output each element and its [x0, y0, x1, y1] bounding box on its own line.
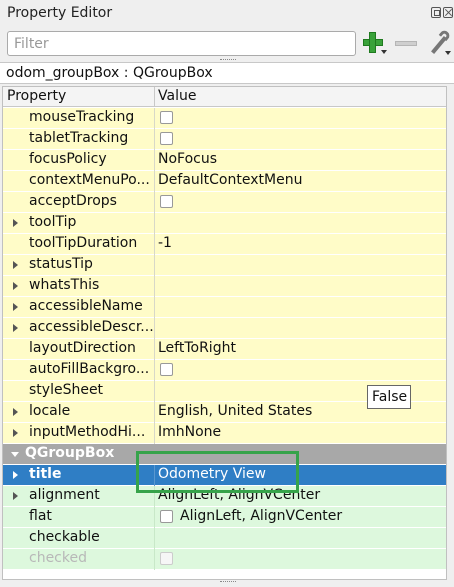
property-name: layoutDirection	[29, 340, 136, 356]
title-bar: Property Editor	[0, 0, 454, 28]
value-checkbox[interactable]	[160, 510, 173, 523]
property-name: accessibleDescr...	[29, 319, 153, 335]
expand-arrow-icon[interactable]	[13, 471, 18, 479]
chevron-down-icon	[381, 50, 387, 54]
property-row-inputmethodhi[interactable]: inputMethodHi... ImhNone	[3, 423, 446, 444]
section-name: QGroupBox	[25, 445, 115, 461]
expand-arrow-icon[interactable]	[13, 492, 18, 500]
property-name: accessibleName	[29, 298, 143, 314]
property-name: checkable	[29, 529, 100, 545]
value-checkbox[interactable]	[160, 132, 173, 145]
value-checkbox[interactable]	[160, 195, 173, 208]
property-name: mouseTracking	[29, 109, 135, 125]
property-row-flat[interactable]: flat AlignLeft, AlignVCenter	[3, 507, 446, 528]
property-name: whatsThis	[29, 277, 100, 293]
expand-arrow-icon[interactable]	[13, 219, 18, 227]
property-name: statusTip	[29, 256, 93, 272]
property-row-whatsthis[interactable]: whatsThis	[3, 276, 446, 297]
object-class-text: odom_groupBox : QGroupBox	[6, 65, 213, 81]
add-property-button[interactable]	[361, 30, 389, 58]
property-row-contextmenupo[interactable]: contextMenuPo... DefaultContextMenu	[3, 171, 446, 192]
property-row-statustip[interactable]: statusTip	[3, 255, 446, 276]
minus-icon	[395, 41, 417, 46]
float-icon[interactable]	[431, 7, 441, 18]
collapse-arrow-icon[interactable]	[11, 452, 19, 457]
property-row-tablettracking[interactable]: tabletTracking	[3, 129, 446, 150]
property-row-tooltip[interactable]: toolTip	[3, 213, 446, 234]
property-name: contextMenuPo...	[29, 172, 150, 188]
value-checkbox[interactable]	[160, 111, 173, 124]
property-name: toolTipDuration	[29, 235, 138, 251]
expand-arrow-icon[interactable]	[13, 408, 18, 416]
property-row-checked[interactable]: checked	[3, 549, 446, 570]
property-row-accessibledescr[interactable]: accessibleDescr...	[3, 318, 446, 339]
property-name: inputMethodHi...	[29, 424, 146, 440]
highlight-annotation	[136, 451, 299, 493]
expand-arrow-icon[interactable]	[13, 324, 18, 332]
configure-button[interactable]	[426, 28, 452, 58]
tooltip-text: False	[372, 389, 408, 405]
remove-property-button[interactable]	[394, 30, 418, 58]
property-row-tooltipduration[interactable]: toolTipDuration -1	[3, 234, 446, 255]
property-row-checkable[interactable]: checkable	[3, 528, 446, 549]
property-row-mousetracking[interactable]: mouseTracking	[3, 108, 446, 129]
tooltip: False	[367, 385, 411, 409]
splitter-handle-bottom[interactable]	[220, 580, 236, 584]
expand-arrow-icon[interactable]	[13, 303, 18, 311]
property-value[interactable]: NoFocus	[158, 151, 217, 167]
property-name: toolTip	[29, 214, 77, 230]
scrollbar-track	[449, 86, 454, 580]
tree-header: Property Value	[3, 87, 446, 107]
window-title: Property Editor	[7, 5, 113, 21]
expand-arrow-icon[interactable]	[13, 282, 18, 290]
header-property[interactable]: Property	[7, 88, 66, 104]
property-name: styleSheet	[29, 382, 104, 398]
property-value[interactable]: DefaultContextMenu	[158, 172, 302, 188]
value-checkbox[interactable]	[160, 363, 173, 376]
property-value[interactable]: ImhNone	[158, 424, 221, 440]
property-row-focuspolicy[interactable]: focusPolicy NoFocus	[3, 150, 446, 171]
property-name: autoFillBackgro...	[29, 361, 150, 377]
property-name: alignment	[29, 487, 100, 503]
value-checkbox	[160, 552, 173, 565]
property-name: locale	[29, 403, 71, 419]
close-icon[interactable]	[443, 7, 453, 18]
property-tree[interactable]: Property Value mouseTracking tabletTracki…	[2, 86, 447, 580]
property-row-autofillbackgro[interactable]: autoFillBackgro...	[3, 360, 446, 381]
chevron-down-icon	[445, 51, 451, 55]
expand-arrow-icon[interactable]	[13, 261, 18, 269]
property-name: flat	[29, 508, 52, 524]
property-name: focusPolicy	[29, 151, 107, 167]
property-value[interactable]: LeftToRight	[158, 340, 236, 356]
property-row-layoutdirection[interactable]: layoutDirection LeftToRight	[3, 339, 446, 360]
property-value[interactable]: -1	[158, 235, 172, 251]
property-value[interactable]: English, United States	[158, 403, 312, 419]
property-name: tabletTracking	[29, 130, 129, 146]
object-class-label: odom_groupBox : QGroupBox	[0, 62, 454, 84]
property-value[interactable]: AlignLeft, AlignVCenter	[180, 508, 342, 524]
property-name: title	[29, 466, 62, 482]
property-row-acceptdrops[interactable]: acceptDrops	[3, 192, 446, 213]
expand-arrow-icon[interactable]	[13, 429, 18, 437]
filter-field[interactable]	[7, 31, 356, 56]
header-value[interactable]: Value	[158, 88, 196, 104]
property-row-accessiblename[interactable]: accessibleName	[3, 297, 446, 318]
property-name: acceptDrops	[29, 193, 117, 209]
filter-input[interactable]	[8, 32, 355, 55]
property-name: checked	[29, 550, 87, 566]
